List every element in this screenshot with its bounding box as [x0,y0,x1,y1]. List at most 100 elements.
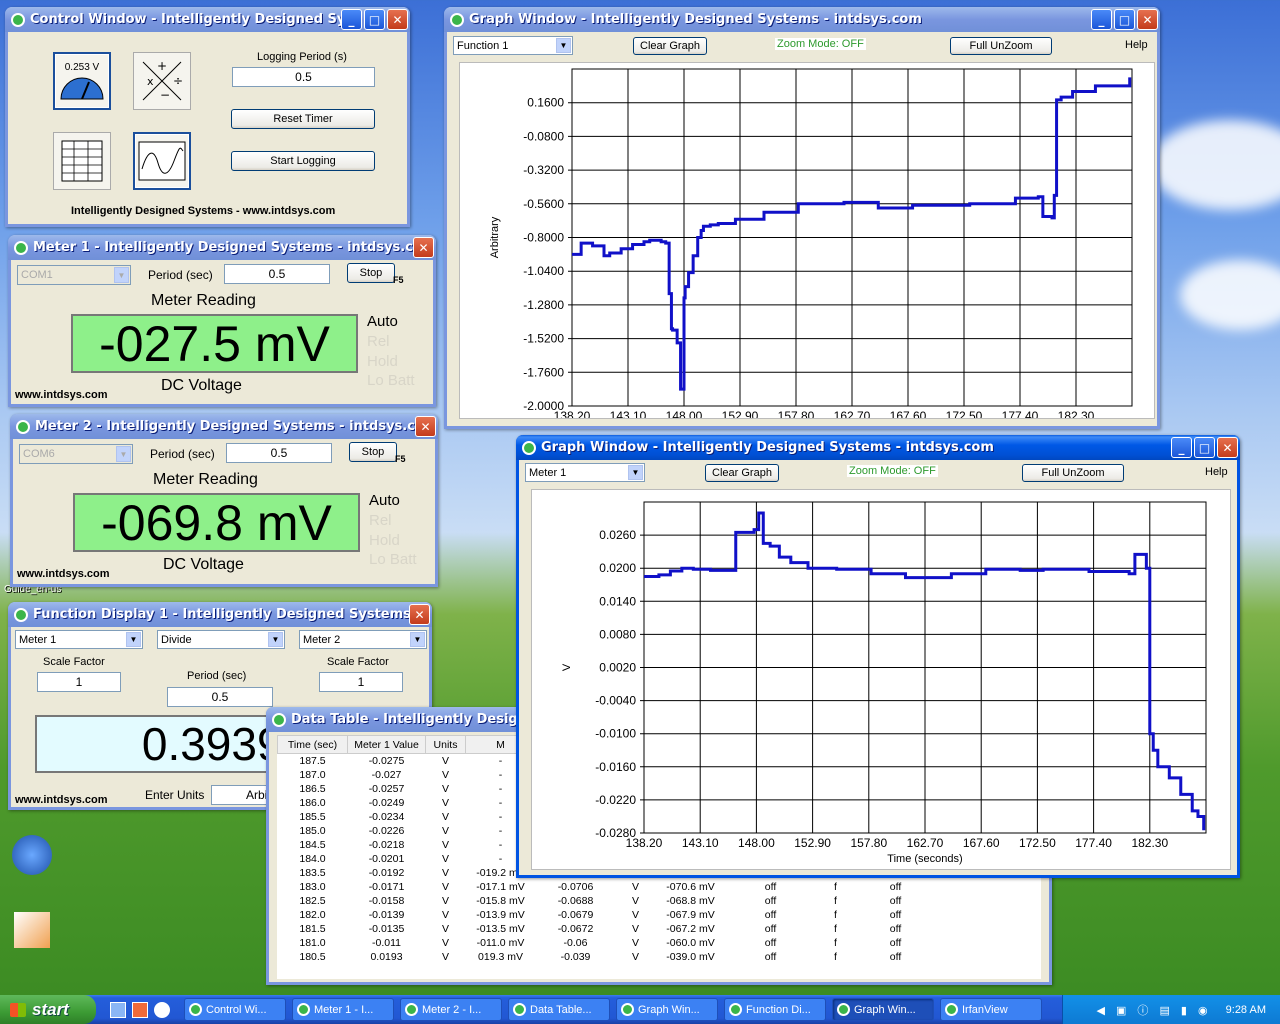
table-row[interactable]: 183.0 -0.0171 V -017.1 mV -0.0706 V -070.6 mV o… [278,880,936,894]
table-cell: -0.039 [560,950,591,963]
close-icon[interactable]: ✕ [415,416,436,437]
x-tick-label: 162.70 [834,409,871,418]
com-port-select[interactable]: COM6 ▼ [19,444,133,464]
graph-tile-button[interactable] [133,132,191,190]
input-b-select[interactable]: Meter 2 ▼ [299,630,427,649]
table-row[interactable]: 180.5 0.0193 V 019.3 mV -0.039 V -039.0 mV off f… [278,950,936,964]
period-input[interactable]: 0.5 [167,687,273,707]
minimize-icon[interactable]: _ [1171,437,1192,458]
input-a-value: Meter 1 [19,633,57,646]
scale-b-input[interactable]: 1 [319,672,403,692]
logging-period-input[interactable]: 0.5 [232,67,375,87]
plot-area[interactable]: 138.20 143.10 148.00 152.90 157.80 162.70 167.… [459,62,1155,423]
taskbar-button[interactable]: Graph Win... [616,998,718,1021]
table-cell: V [631,950,639,963]
input-a-select[interactable]: Meter 1 ▼ [15,630,143,649]
x-tick-label: 182.30 [1058,409,1095,418]
start-logging-button[interactable]: Start Logging [231,151,375,171]
table-row[interactable]: 182.5 -0.0158 V -015.8 mV -0.0688 V -068.8 mV o… [278,894,936,908]
help-menu[interactable]: Help [1205,466,1228,478]
table-row[interactable]: 181.5 -0.0135 V -013.5 mV -0.0672 V -067.2 mV o… [278,922,936,936]
x-tick-label: 177.40 [1002,409,1039,418]
table-cell: f [834,922,837,935]
meter1-chart[interactable]: 138.20 143.10 148.00 152.90 157.80 162.70 167.… [532,490,1230,869]
table-cell: -013.9 mV [476,908,525,921]
stop-button[interactable]: Stop [347,263,395,283]
period-input[interactable]: 0.5 [226,443,332,463]
table-cell: -0.0192 [368,866,405,879]
meter1-titlebar[interactable]: Meter 1 - Intelligently Designed Systems… [8,235,436,260]
control-titlebar[interactable]: Control Window - Intelligently Designed … [5,7,410,32]
help-menu[interactable]: Help [1125,39,1148,51]
math-operations-icon: +x ÷− [142,59,183,102]
column-header[interactable]: Meter 1 Value [347,735,426,754]
reset-timer-button[interactable]: Reset Timer [231,109,375,129]
operation-select[interactable]: Divide ▼ [157,630,285,649]
lobatt-indicator: Lo Batt [367,372,415,389]
tray-icons[interactable]: ◀ ▣ ⓘ ▤ ▮ ◉ [1096,1002,1211,1018]
taskbar-button[interactable]: Graph Win... [832,998,934,1021]
maximize-icon[interactable]: □ [1194,437,1215,458]
table-tile-button[interactable] [53,132,111,190]
column-header[interactable]: Units [425,735,466,754]
full-unzoom-button[interactable]: Full UnZoom [1022,464,1124,482]
taskbar-button[interactable]: IrfanView [940,998,1042,1021]
taskbar-button[interactable]: Control Wi... [184,998,286,1021]
desktop-icon[interactable] [12,835,52,875]
quicklaunch-icon[interactable] [132,1001,148,1018]
scale-a-input[interactable]: 1 [37,672,121,692]
website-label: www.intdsys.com [15,794,108,806]
table-row[interactable]: 182.0 -0.0139 V -013.9 mV -0.0679 V -067.9 mV o… [278,908,936,922]
stop-button[interactable]: Stop [349,442,397,462]
taskbar-button[interactable]: Meter 2 - I... [400,998,502,1021]
graph1-titlebar[interactable]: Graph Window - Intelligently Designed Sy… [444,7,1160,32]
function-chart[interactable]: 138.20 143.10 148.00 152.90 157.80 162.70 167.… [460,63,1154,423]
table-cell: V [441,880,449,893]
function-tile-button[interactable]: + x ÷ − [133,52,191,110]
table-cell: -017.1 mV [476,880,525,893]
quicklaunch-icon[interactable] [154,1001,170,1018]
maximize-icon[interactable]: □ [364,9,385,30]
meter-tile-button[interactable]: 0.253 V [53,52,111,110]
table-cell: f [834,950,837,963]
function-titlebar[interactable]: Function Display 1 - Intelligently Desig… [8,602,432,627]
taskbar-button-label: Meter 2 - I... [422,1003,482,1016]
minimize-icon[interactable]: _ [1091,9,1112,30]
clear-graph-button[interactable]: Clear Graph [705,464,779,482]
close-icon[interactable]: ✕ [409,604,430,625]
y-tick-label: -0.0100 [595,727,636,741]
full-unzoom-button[interactable]: Full UnZoom [950,37,1052,55]
taskbar-button[interactable]: Meter 1 - I... [292,998,394,1021]
graph-source-select[interactable]: Meter 1 ▼ [525,463,645,482]
website-label: www.intdsys.com [17,568,110,580]
taskbar-button[interactable]: Data Table... [508,998,610,1021]
plot-area[interactable]: 138.20 143.10 148.00 152.90 157.80 162.70 167.… [531,489,1231,870]
table-row[interactable]: 181.0 -0.011 V -011.0 mV -0.06 V -060.0 mV off f… [278,936,936,950]
close-icon[interactable]: ✕ [413,237,434,258]
clear-graph-button[interactable]: Clear Graph [633,37,707,55]
taskbar-button[interactable]: Function Di... [724,998,826,1021]
period-input[interactable]: 0.5 [224,264,330,284]
table-cell: -0.0158 [368,894,405,907]
column-header[interactable]: Time (sec) [277,735,348,754]
control-window: Control Window - Intelligently Designed … [5,7,410,227]
maximize-icon[interactable]: □ [1114,9,1135,30]
minimize-icon[interactable]: _ [341,9,362,30]
com-port-select[interactable]: COM1 ▼ [17,265,131,285]
close-icon[interactable]: ✕ [1217,437,1238,458]
close-icon[interactable]: ✕ [1137,9,1158,30]
start-button[interactable]: start [0,995,96,1024]
y-tick-label: 0.0140 [599,594,636,608]
graph2-titlebar[interactable]: Graph Window - Intelligently Designed Sy… [516,435,1240,460]
taskbar-button-label: IrfanView [962,1003,1008,1016]
quicklaunch-icon[interactable] [110,1001,126,1018]
table-cell: V [441,754,449,767]
chevron-down-icon: ▼ [116,446,131,462]
desktop-icon[interactable] [14,912,50,948]
table-cell: off [889,936,902,949]
meter2-titlebar[interactable]: Meter 2 - Intelligently Designed Systems… [10,414,438,439]
close-icon[interactable]: ✕ [387,9,408,30]
table-cell: -011.0 mV [476,936,525,949]
hold-indicator: Hold [369,532,400,549]
graph-source-select[interactable]: Function 1 ▼ [453,36,573,55]
